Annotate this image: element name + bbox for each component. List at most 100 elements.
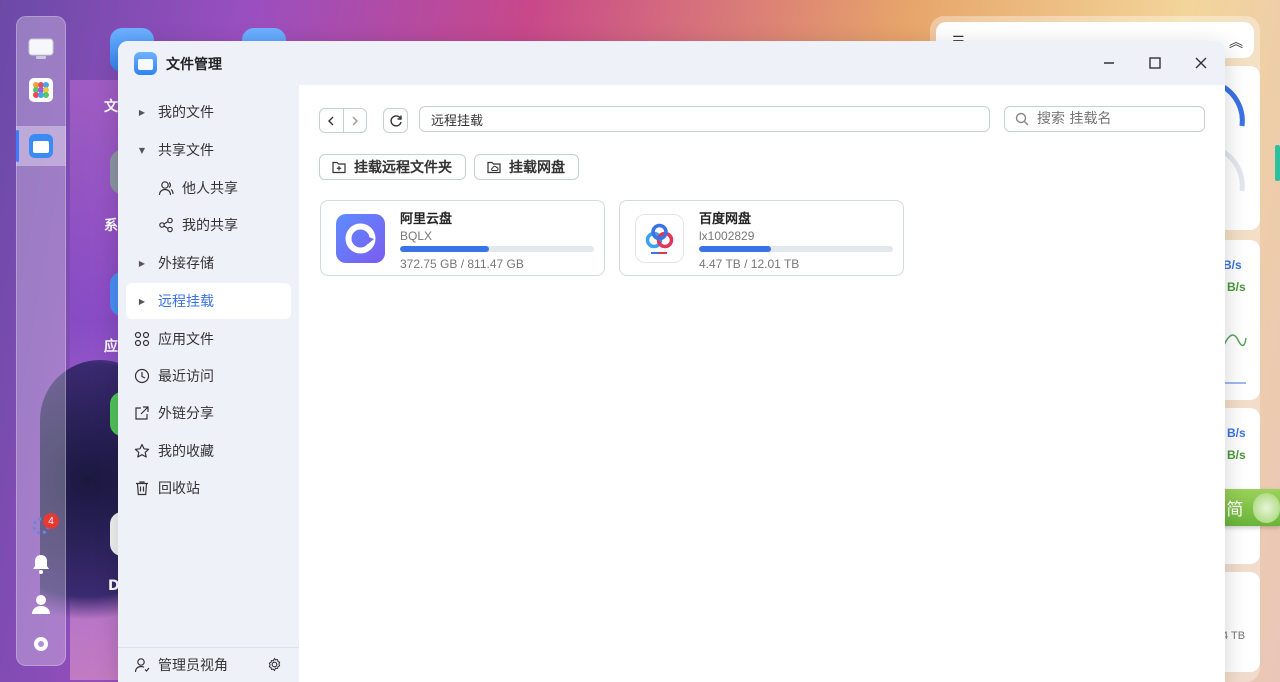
file-manager-window: 文件管理 ▶ 我的文件 ▼ 共享文件 他人共享 我的共享 ▶ 外接存储 ▶ 远程挂载 — [118, 41, 1225, 682]
apps-icon — [126, 331, 158, 347]
desktop-label-1: 文 — [104, 99, 118, 115]
mount-card-baidu[interactable]: 百度网盘 lx1002829 4.47 TB / 12.01 TB — [619, 200, 904, 276]
desktop-label-2: 系 — [104, 218, 118, 234]
clock-icon — [126, 368, 158, 384]
mount-remote-folder-button[interactable]: 挂载远程文件夹 — [319, 154, 466, 180]
trash-icon — [126, 480, 158, 496]
sidebar-item-favorites[interactable]: 我的收藏 — [126, 433, 291, 469]
forward-button[interactable] — [342, 109, 367, 132]
desktop-monitor-icon[interactable] — [28, 36, 54, 62]
star-icon — [126, 443, 158, 459]
mount-account: BQLX — [400, 229, 433, 243]
aliyun-drive-logo-icon — [336, 214, 385, 263]
sidebar-item-label: 我的收藏 — [158, 444, 214, 460]
sidebar-item-shared-with-me[interactable]: 他人共享 — [126, 170, 291, 206]
notification-badge: 4 — [43, 513, 59, 529]
sidebar-item-remote-mount[interactable]: ▶ 远程挂载 — [126, 283, 291, 319]
scrollbar-thumb[interactable] — [1275, 145, 1280, 181]
close-icon — [1195, 57, 1207, 69]
file-manager-app-icon — [134, 52, 157, 75]
sidebar-item-label: 最近访问 — [158, 369, 214, 385]
file-manager-dock-icon[interactable] — [28, 133, 54, 159]
net-up-speed-1: B/s — [1223, 258, 1242, 272]
collapse-icon[interactable]: ︽ — [1229, 32, 1243, 52]
desktop-label-3: 应 — [104, 339, 118, 355]
caret-right-icon[interactable]: ▶ — [126, 259, 158, 268]
sidebar-item-label: 我的共享 — [182, 218, 238, 234]
sidebar-item-label: 应用文件 — [158, 332, 214, 348]
net-down-speed-2: B/s — [1227, 448, 1246, 462]
caret-right-icon[interactable]: ▶ — [126, 108, 158, 117]
usage-bar-fill — [400, 246, 490, 252]
maximize-button[interactable] — [1145, 53, 1165, 73]
sidebar-item-trash[interactable]: 回收站 — [126, 470, 291, 506]
sidebar-item-external-storage[interactable]: ▶ 外接存储 — [126, 245, 291, 281]
window-titlebar[interactable]: 文件管理 — [118, 41, 1225, 85]
net-down-speed-1: B/s — [1227, 280, 1246, 294]
history-nav — [319, 108, 367, 133]
search-icon — [1015, 112, 1029, 126]
sidebar-item-label: 我的文件 — [158, 105, 214, 121]
usage-text: 372.75 GB / 811.47 GB — [400, 257, 524, 271]
sidebar-item-label: 远程挂载 — [158, 294, 214, 310]
app-grid-icon[interactable] — [28, 77, 54, 103]
caret-right-icon[interactable]: ▶ — [126, 297, 158, 306]
sidebar-item-my-files[interactable]: ▶ 我的文件 — [126, 94, 291, 130]
sidebar: ▶ 我的文件 ▼ 共享文件 他人共享 我的共享 ▶ 外接存储 ▶ 远程挂载 应用文件 最… — [118, 85, 299, 682]
sidebar-item-my-shares[interactable]: 我的共享 — [126, 207, 291, 243]
main-content: 远程挂载 挂载远程文件夹 挂载网盘 阿里云盘 BQLX 372.75 GB / … — [299, 85, 1225, 682]
settings-icon[interactable] — [28, 631, 54, 657]
maximize-icon — [1149, 57, 1161, 69]
sidebar-item-app-files[interactable]: 应用文件 — [126, 321, 291, 357]
search-box[interactable] — [1004, 106, 1205, 132]
mount-name: 阿里云盘 — [400, 212, 453, 227]
close-button[interactable] — [1191, 53, 1211, 73]
admin-view-label[interactable]: 管理员视角 — [158, 655, 228, 675]
refresh-icon — [389, 114, 402, 127]
admin-user-icon — [126, 657, 158, 673]
users-icon — [150, 180, 182, 196]
search-input[interactable] — [1035, 110, 1189, 128]
usage-bar-fill — [699, 246, 772, 252]
sidebar-item-label: 他人共享 — [182, 181, 238, 197]
path-bar[interactable]: 远程挂载 — [419, 106, 990, 132]
usage-bar — [400, 246, 594, 252]
chevron-right-icon — [352, 116, 358, 125]
bell-icon[interactable] — [28, 551, 54, 577]
sidebar-item-label: 回收站 — [158, 481, 200, 497]
folder-add-icon — [332, 160, 346, 174]
refresh-button[interactable] — [383, 108, 408, 133]
share-icon — [150, 217, 182, 233]
sidebar-item-label: 外链分享 — [158, 406, 214, 422]
caret-down-icon[interactable]: ▼ — [126, 146, 158, 155]
net-up-speed-2: B/s — [1227, 426, 1246, 440]
sidebar-item-link-share[interactable]: 外链分享 — [126, 395, 291, 431]
minimize-button[interactable] — [1099, 53, 1119, 73]
mount-cloud-disk-button[interactable]: 挂载网盘 — [474, 154, 579, 180]
mount-card-aliyun[interactable]: 阿里云盘 BQLX 372.75 GB / 811.47 GB — [320, 200, 605, 276]
mount-disk-label: 挂载网盘 — [509, 160, 565, 176]
dock — [16, 16, 66, 666]
usage-bar — [699, 246, 893, 252]
usage-text: 4.47 TB / 12.01 TB — [699, 257, 800, 271]
sidebar-item-shared-files[interactable]: ▼ 共享文件 — [126, 132, 291, 168]
ime-skin-icon — [1253, 492, 1280, 523]
storage-total: 4 TB — [1222, 630, 1246, 642]
ime-mode[interactable]: 简 — [1226, 495, 1243, 520]
settings-gear-icon[interactable] — [267, 657, 282, 676]
baidu-netdisk-logo-icon — [635, 214, 684, 263]
sidebar-footer: 管理员视角 — [118, 647, 299, 682]
folder-cloud-icon — [487, 160, 501, 174]
mount-account: lx1002829 — [699, 229, 755, 243]
sidebar-item-recent[interactable]: 最近访问 — [126, 358, 291, 394]
window-title: 文件管理 — [166, 57, 222, 73]
sidebar-item-label: 外接存储 — [158, 256, 214, 272]
mount-name: 百度网盘 — [699, 212, 752, 227]
user-icon[interactable] — [28, 591, 54, 617]
sidebar-item-label: 共享文件 — [158, 143, 214, 159]
mount-folder-label: 挂载远程文件夹 — [354, 160, 452, 176]
back-button[interactable] — [320, 109, 343, 132]
external-link-icon — [126, 405, 158, 421]
chevron-left-icon — [328, 116, 334, 125]
path-text: 远程挂载 — [431, 113, 484, 129]
